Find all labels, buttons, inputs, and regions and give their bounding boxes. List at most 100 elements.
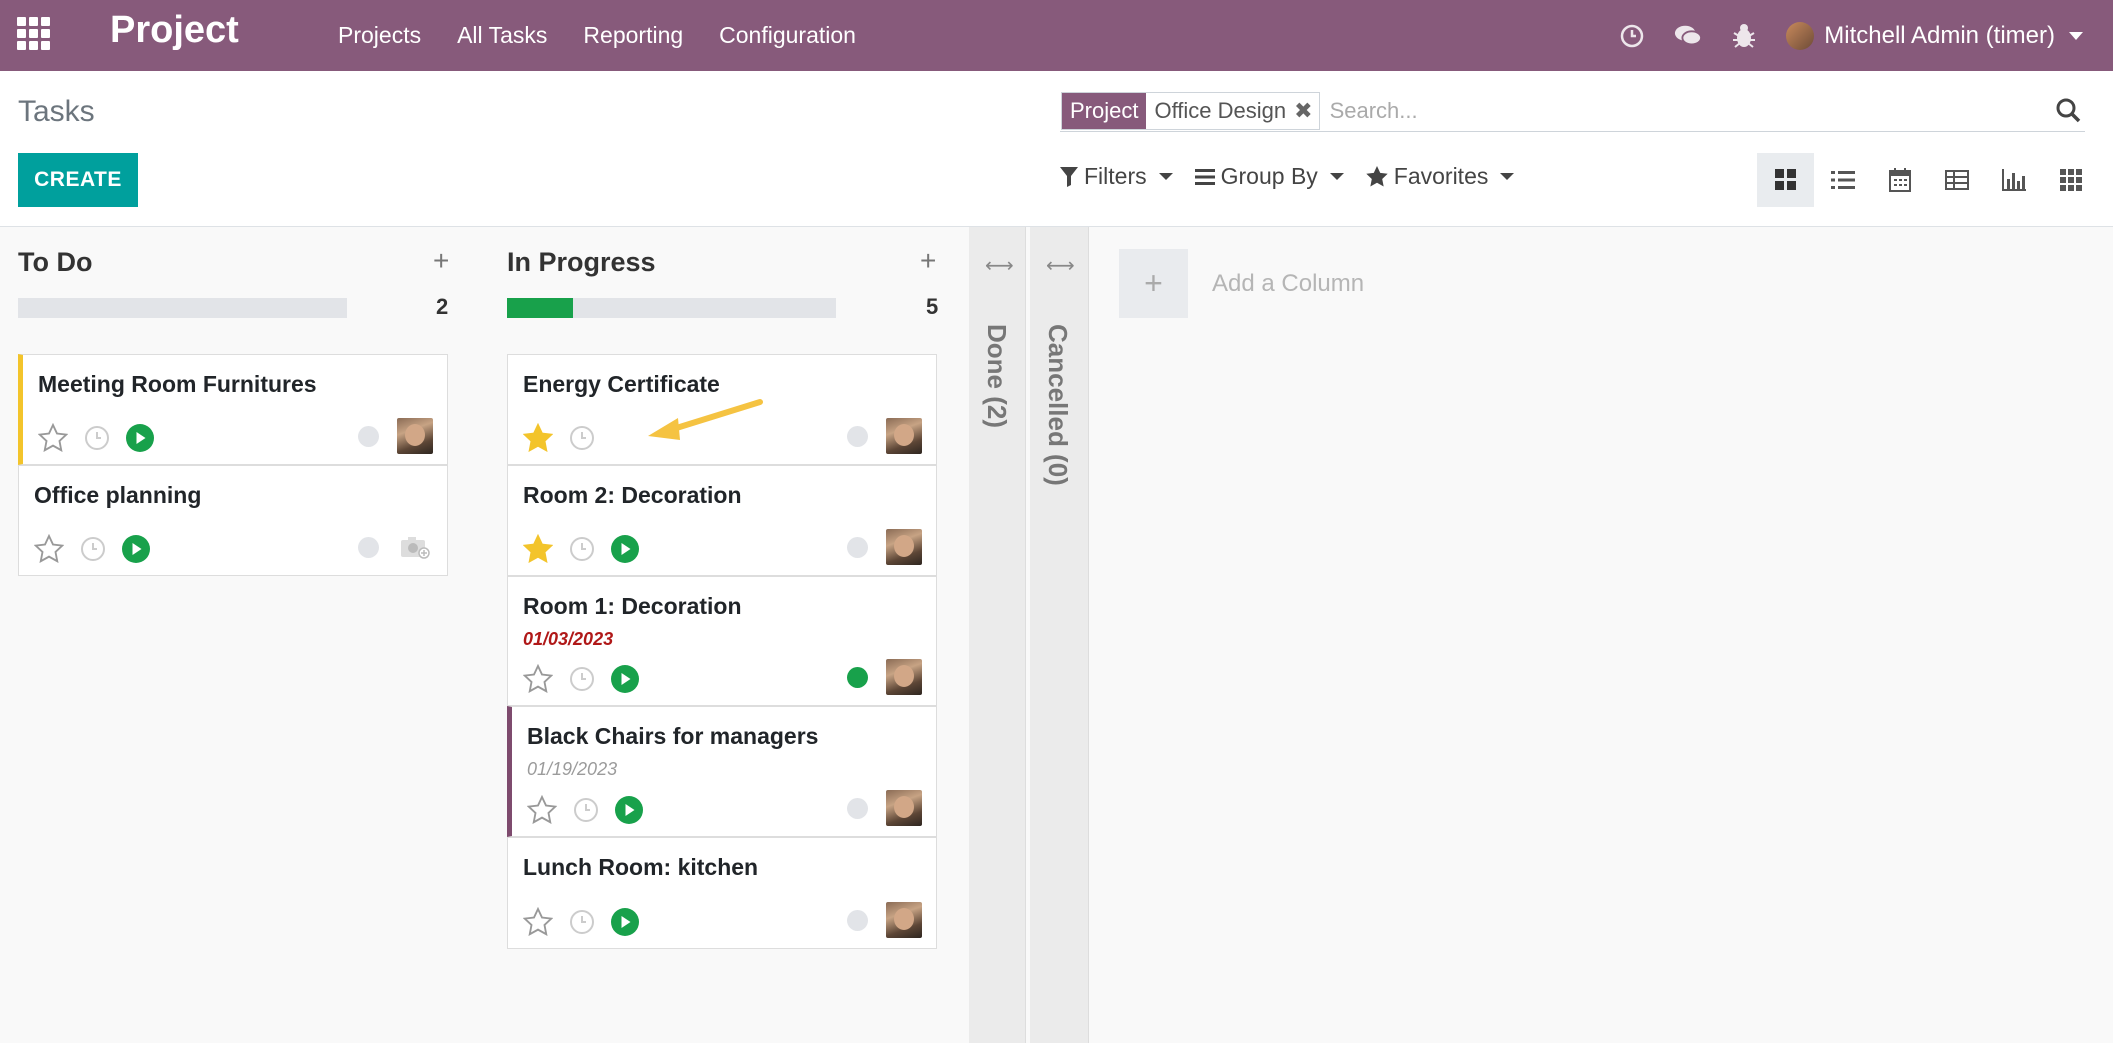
- play-timer-icon[interactable]: [126, 423, 154, 452]
- remove-facet-icon[interactable]: ✖: [1294, 98, 1312, 124]
- pivot-view-icon[interactable]: [1928, 153, 1985, 207]
- column-progress-bar[interactable]: [507, 298, 836, 318]
- activity-view-icon[interactable]: [2042, 153, 2099, 207]
- expand-arrows-icon: ⟷: [1046, 255, 1075, 277]
- deadline-date: 01/19/2023: [527, 759, 618, 779]
- chevron-down-icon: [1329, 173, 1344, 180]
- filter-bar: Filters Group By Favorites: [1060, 163, 1515, 190]
- column-title[interactable]: In Progress: [507, 247, 656, 278]
- search-bar: Project Office Design ✖: [1060, 91, 2085, 132]
- star-outline-icon[interactable]: [527, 795, 557, 824]
- kanban-card[interactable]: Lunch Room: kitchen: [507, 837, 937, 949]
- folded-column-cancelled[interactable]: ⟷ Cancelled (0): [1030, 227, 1089, 1043]
- status-dot[interactable]: [847, 425, 868, 447]
- filter-icon: [1060, 166, 1078, 187]
- expand-arrows-icon: ⟷: [985, 255, 1014, 277]
- status-dot[interactable]: [358, 536, 379, 558]
- star-filled-icon[interactable]: [523, 534, 553, 563]
- quick-create-plus-icon[interactable]: +: [433, 245, 449, 277]
- column-title[interactable]: To Do: [18, 247, 92, 278]
- user-menu[interactable]: Mitchell Admin (timer): [1786, 21, 2083, 50]
- favorites-label: Favorites: [1393, 163, 1489, 189]
- status-dot[interactable]: [358, 425, 379, 447]
- star-outline-icon[interactable]: [38, 423, 68, 452]
- clock-icon[interactable]: [569, 425, 595, 451]
- column-count: 2: [436, 294, 449, 319]
- star-filled-icon[interactable]: [523, 423, 553, 452]
- star-outline-icon[interactable]: [523, 907, 553, 936]
- view-switcher: [1757, 153, 2099, 207]
- app-brand[interactable]: Project: [110, 9, 239, 52]
- kanban-card[interactable]: Black Chairs for managers 01/19/2023: [507, 706, 937, 837]
- card-title: Room 2: Decoration: [523, 482, 742, 508]
- clock-icon[interactable]: [569, 666, 595, 692]
- user-name: Mitchell Admin (timer): [1824, 21, 2055, 49]
- clock-icon[interactable]: [84, 425, 110, 451]
- status-dot[interactable]: [847, 909, 868, 931]
- play-timer-icon[interactable]: [615, 795, 643, 824]
- filters-label: Filters: [1084, 163, 1147, 189]
- search-input[interactable]: [1327, 97, 2085, 125]
- play-timer-icon[interactable]: [611, 664, 639, 693]
- status-dot[interactable]: [847, 797, 868, 819]
- create-button[interactable]: CREATE: [18, 153, 138, 207]
- facet-value: Office Design: [1154, 98, 1287, 123]
- kanban-view-icon[interactable]: [1757, 153, 1814, 207]
- plus-icon: +: [1119, 249, 1188, 318]
- column-progress-bar[interactable]: [18, 298, 347, 318]
- star-outline-icon[interactable]: [34, 534, 64, 563]
- quick-create-plus-icon[interactable]: +: [920, 245, 936, 277]
- chat-icon[interactable]: [1674, 22, 1703, 50]
- menu-reporting[interactable]: Reporting: [583, 22, 683, 49]
- menu-configuration[interactable]: Configuration: [719, 22, 856, 49]
- list-view-icon[interactable]: [1814, 153, 1871, 207]
- assignee-avatar[interactable]: [397, 418, 433, 454]
- card-title: Room 1: Decoration: [523, 593, 742, 619]
- assignee-avatar[interactable]: [886, 790, 922, 826]
- control-panel: Tasks CREATE Project Office Design ✖ Fil…: [0, 71, 2113, 227]
- star-icon: [1366, 166, 1388, 187]
- folded-column-label: Done (2): [982, 324, 1012, 428]
- favorites-dropdown[interactable]: Favorites: [1366, 163, 1515, 190]
- kanban-card[interactable]: Office planning: [18, 465, 448, 576]
- star-outline-icon[interactable]: [523, 664, 553, 693]
- apps-menu-icon[interactable]: [17, 17, 50, 50]
- kanban-card[interactable]: Room 2: Decoration: [507, 465, 937, 576]
- add-column-button[interactable]: + Add a Column: [1119, 249, 1364, 318]
- assignee-avatar[interactable]: [886, 659, 922, 695]
- folded-column-label: Cancelled (0): [1043, 324, 1073, 486]
- filters-dropdown[interactable]: Filters: [1060, 163, 1173, 190]
- facet-label: Project: [1062, 93, 1147, 129]
- menu-all-tasks[interactable]: All Tasks: [457, 22, 547, 49]
- card-title: Meeting Room Furnitures: [38, 371, 317, 397]
- assignee-avatar[interactable]: [886, 529, 922, 565]
- bug-icon[interactable]: [1730, 22, 1758, 50]
- clock-icon[interactable]: [1618, 22, 1646, 50]
- breadcrumb: Tasks: [18, 95, 95, 128]
- group-by-dropdown[interactable]: Group By: [1194, 163, 1344, 190]
- systray: Mitchell Admin (timer): [1618, 0, 2083, 71]
- group-by-label: Group By: [1220, 163, 1318, 189]
- status-dot[interactable]: [847, 536, 868, 558]
- graph-view-icon[interactable]: [1985, 153, 2042, 207]
- menu-projects[interactable]: Projects: [338, 22, 421, 49]
- kanban-card[interactable]: Meeting Room Furnitures: [18, 354, 448, 465]
- clock-icon[interactable]: [573, 797, 599, 823]
- clock-icon[interactable]: [569, 536, 595, 562]
- kanban-card[interactable]: Room 1: Decoration 01/03/2023: [507, 576, 937, 706]
- play-timer-icon[interactable]: [611, 907, 639, 936]
- assignee-avatar[interactable]: [886, 418, 922, 454]
- column-count: 5: [926, 294, 939, 319]
- clock-icon[interactable]: [569, 909, 595, 935]
- bars-icon: [1194, 168, 1215, 185]
- clock-icon[interactable]: [80, 536, 106, 562]
- play-timer-icon[interactable]: [122, 534, 150, 563]
- status-dot[interactable]: [847, 666, 868, 688]
- chevron-down-icon: [1500, 173, 1515, 180]
- search-icon[interactable]: [2055, 97, 2081, 123]
- folded-column-done[interactable]: ⟷ Done (2): [969, 227, 1026, 1043]
- unassigned-avatar-icon[interactable]: [397, 529, 433, 565]
- assignee-avatar[interactable]: [886, 902, 922, 938]
- play-timer-icon[interactable]: [611, 534, 639, 563]
- calendar-view-icon[interactable]: [1871, 153, 1928, 207]
